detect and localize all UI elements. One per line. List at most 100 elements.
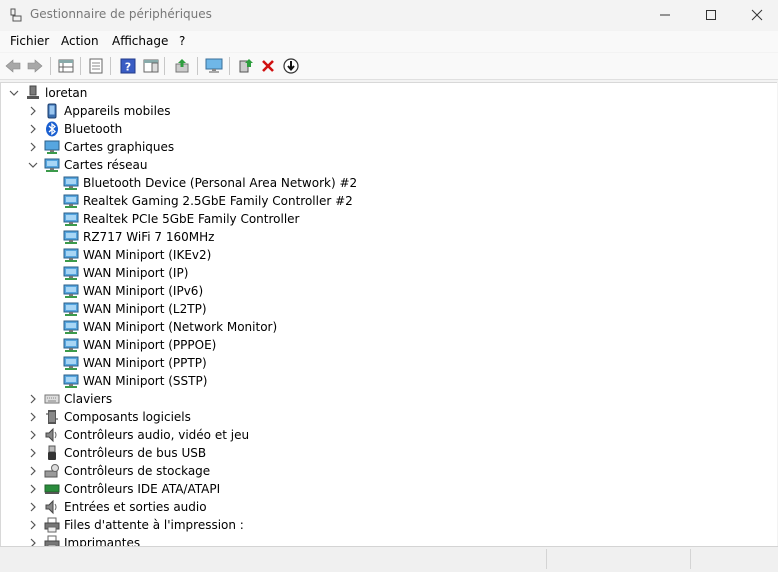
tree-category-cartes-reseau[interactable]: Cartes réseau [26, 156, 147, 174]
expand-chevron-icon[interactable] [26, 480, 40, 498]
enable-device-button[interactable] [236, 56, 256, 76]
tree-device-wan-miniport-ip[interactable]: WAN Miniport (IP) [45, 264, 188, 282]
device-manager-app-icon [10, 8, 22, 22]
forward-button[interactable] [25, 56, 45, 76]
tree-item-label: WAN Miniport (L2TP) [83, 302, 207, 316]
tree-category-controleurs-de-bus-usb[interactable]: Contrôleurs de bus USB [26, 444, 206, 462]
status-bar [0, 546, 778, 572]
collapse-chevron-icon[interactable] [26, 156, 40, 174]
keyboard-icon [44, 391, 60, 407]
network-adapter-icon [63, 265, 79, 281]
expand-chevron-icon[interactable] [26, 426, 40, 444]
menu-action[interactable]: Action [61, 34, 99, 48]
toolbar: ? [0, 53, 778, 80]
expand-chevron-icon[interactable] [26, 516, 40, 534]
help-icon: ? [120, 58, 136, 74]
tree-item-label: Composants logiciels [64, 410, 191, 424]
maximize-icon [706, 10, 716, 20]
expand-chevron-icon[interactable] [26, 444, 40, 462]
bluetooth-icon [44, 121, 60, 137]
usb-icon [44, 445, 60, 461]
tree-device-rz717-wifi-7-160mhz[interactable]: RZ717 WiFi 7 160MHz [45, 228, 214, 246]
tree-device-wan-miniport-pppoe[interactable]: WAN Miniport (PPPOE) [45, 336, 216, 354]
expand-chevron-icon[interactable] [26, 390, 40, 408]
expand-chevron-icon[interactable] [26, 120, 40, 138]
tree-category-claviers[interactable]: Claviers [26, 390, 112, 408]
tree-category-files-d-attente-a-l-impression[interactable]: Files d'attente à l'impression : [26, 516, 244, 534]
expand-chevron-icon[interactable] [26, 498, 40, 516]
tree-device-wan-miniport-pptp[interactable]: WAN Miniport (PPTP) [45, 354, 207, 372]
expand-chevron-icon[interactable] [26, 408, 40, 426]
tree-item-label: Cartes réseau [64, 158, 148, 172]
collapse-chevron-icon[interactable] [7, 84, 21, 102]
action-pane-icon [143, 59, 159, 73]
tree-device-wan-miniport-sstp[interactable]: WAN Miniport (SSTP) [45, 372, 207, 390]
network-adapter-icon [63, 229, 79, 245]
ide-icon [44, 481, 60, 497]
tree-device-bluetooth-device-personal-area-network-2[interactable]: Bluetooth Device (Personal Area Network)… [45, 174, 357, 192]
menu-fichier[interactable]: Fichier [10, 34, 49, 48]
download-circle-icon [283, 58, 299, 74]
tree-device-realtek-gaming-2-5gbe-family-controller-2[interactable]: Realtek Gaming 2.5GbE Family Controller … [45, 192, 353, 210]
tree-item-label: Realtek Gaming 2.5GbE Family Controller … [83, 194, 353, 208]
expand-chevron-icon[interactable] [26, 534, 40, 546]
tree-device-realtek-pcie-5gbe-family-controller[interactable]: Realtek PCIe 5GbE Family Controller [45, 210, 299, 228]
tree-category-controleurs-ide-ata-atapi[interactable]: Contrôleurs IDE ATA/ATAPI [26, 480, 220, 498]
expand-chevron-icon[interactable] [26, 462, 40, 480]
tree-device-wan-miniport-l2tp[interactable]: WAN Miniport (L2TP) [45, 300, 207, 318]
computer-icon [25, 85, 41, 101]
details-button[interactable] [86, 56, 106, 76]
forward-arrow-icon [27, 59, 43, 73]
expand-chevron-icon[interactable] [26, 102, 40, 120]
toolbar-separator [50, 57, 51, 75]
toolbar-separator [229, 57, 230, 75]
device-tree[interactable]: loretan Appareils mobiles Bluetooth Cartes … [0, 82, 777, 546]
menu-affichage[interactable]: Affichage [112, 34, 168, 48]
action-pane-button[interactable] [141, 56, 161, 76]
update-driver-button[interactable] [172, 56, 192, 76]
disable-button[interactable] [281, 56, 301, 76]
network-adapter-icon [63, 283, 79, 299]
help-button[interactable]: ? [118, 56, 138, 76]
speaker-icon [44, 499, 60, 515]
tree-category-composants-logiciels[interactable]: Composants logiciels [26, 408, 191, 426]
tree-device-wan-miniport-ipv6[interactable]: WAN Miniport (IPv6) [45, 282, 203, 300]
network-adapter-icon [63, 319, 79, 335]
tree-item-label: WAN Miniport (Network Monitor) [83, 320, 278, 334]
tree-category-entrees-et-sorties-audio[interactable]: Entrées et sorties audio [26, 498, 207, 516]
tree-device-wan-miniport-network-monitor[interactable]: WAN Miniport (Network Monitor) [45, 318, 277, 336]
tree-category-controleurs-de-stockage[interactable]: Contrôleurs de stockage [26, 462, 210, 480]
minimize-button[interactable] [642, 0, 688, 30]
maximize-button[interactable] [688, 0, 734, 30]
tree-category-controleurs-audio-video-et-jeu[interactable]: Contrôleurs audio, vidéo et jeu [26, 426, 249, 444]
properties-button[interactable] [56, 56, 76, 76]
expand-chevron-icon[interactable] [26, 138, 40, 156]
tree-item-label: Contrôleurs de stockage [64, 464, 211, 478]
back-button[interactable] [3, 56, 23, 76]
tree-item-label: loretan [45, 86, 88, 100]
svg-text:?: ? [125, 61, 131, 74]
tree-device-wan-miniport-ikev2[interactable]: WAN Miniport (IKEv2) [45, 246, 211, 264]
tree-item-label: WAN Miniport (IPv6) [83, 284, 204, 298]
tree-category-imprimantes[interactable]: Imprimantes [26, 534, 140, 546]
tree-category-appareils-mobiles[interactable]: Appareils mobiles [26, 102, 171, 120]
menu-bar: Fichier Action Affichage ? [0, 31, 778, 52]
scan-hardware-button[interactable] [204, 56, 224, 76]
tree-item-label: Files d'attente à l'impression : [64, 518, 244, 532]
tree-category-cartes-graphiques[interactable]: Cartes graphiques [26, 138, 174, 156]
uninstall-button[interactable] [258, 56, 278, 76]
tree-root-computer[interactable]: loretan [7, 84, 87, 102]
menu-help[interactable]: ? [179, 34, 185, 48]
close-button[interactable] [734, 0, 778, 30]
tree-category-bluetooth[interactable]: Bluetooth [26, 120, 122, 138]
network-adapter-icon [63, 193, 79, 209]
network-adapter-icon [63, 301, 79, 317]
properties-grid-icon [58, 59, 74, 73]
status-pane [690, 549, 777, 569]
network-adapter-icon [63, 373, 79, 389]
